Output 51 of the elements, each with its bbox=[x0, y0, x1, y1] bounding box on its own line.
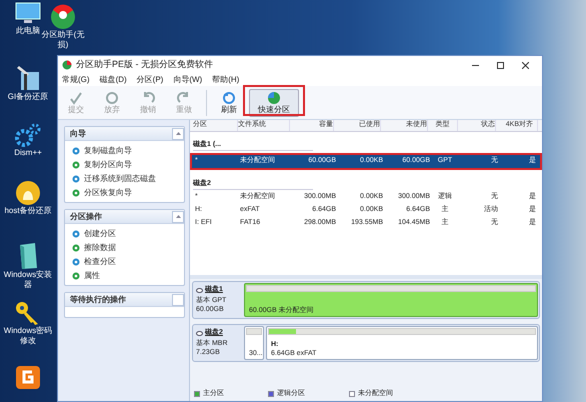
task-item[interactable]: 创建分区 bbox=[72, 227, 184, 240]
task-item[interactable]: 擦除数据 bbox=[72, 241, 184, 254]
ghost-icon[interactable] bbox=[15, 180, 41, 206]
hammer-icon[interactable] bbox=[15, 64, 41, 92]
panel-title: 向导 bbox=[70, 128, 86, 140]
icon-label[interactable]: 分区助手(无损) bbox=[40, 30, 86, 50]
app-icon bbox=[62, 60, 72, 70]
task-item[interactable]: 属性 bbox=[72, 269, 184, 282]
pie-icon bbox=[267, 90, 281, 104]
refresh-icon bbox=[222, 90, 236, 104]
panel-title: 分区操作 bbox=[70, 210, 102, 222]
usage-bar bbox=[246, 328, 262, 335]
menu-item[interactable]: 磁盘(D) bbox=[100, 74, 127, 86]
monitor-icon[interactable] bbox=[15, 2, 41, 26]
window-title: 分区助手PE版 - 无损分区免费软件 bbox=[76, 58, 214, 72]
minimize-icon bbox=[472, 64, 479, 66]
disk-icon bbox=[196, 288, 203, 293]
menu-item[interactable]: 分区(P) bbox=[136, 74, 164, 86]
toolbar-button[interactable]: 刷新 bbox=[211, 88, 247, 116]
task-item[interactable]: 检查分区 bbox=[72, 255, 184, 268]
task-item[interactable]: 分区恢复向导 bbox=[72, 186, 184, 199]
close-icon bbox=[522, 62, 529, 68]
highlight-frame bbox=[243, 85, 305, 116]
task-item[interactable]: 迁移系统到固态磁盘 bbox=[72, 172, 184, 185]
redo-icon bbox=[177, 90, 191, 104]
icon-label[interactable]: Windows安装器 bbox=[0, 270, 56, 290]
task-item[interactable]: 复制分区向导 bbox=[72, 158, 184, 171]
chevron-up-icon bbox=[176, 215, 180, 218]
box-icon[interactable] bbox=[17, 242, 39, 270]
chevron-up-icon bbox=[176, 132, 180, 135]
icon-label[interactable]: 此电脑 bbox=[16, 26, 40, 36]
circle-icon bbox=[105, 90, 119, 104]
toolbar-button[interactable]: 快速分区 bbox=[249, 88, 299, 116]
icon-label[interactable]: Windows密码修改 bbox=[0, 326, 56, 346]
menu-item[interactable]: 常规(G) bbox=[62, 74, 90, 86]
icon-label[interactable]: GI备份还原 bbox=[8, 92, 48, 102]
check-icon bbox=[69, 90, 83, 104]
menu-item[interactable]: 向导(W) bbox=[173, 74, 202, 86]
collapse-button[interactable] bbox=[172, 128, 184, 140]
disk-icon bbox=[196, 330, 203, 336]
app-icon[interactable] bbox=[15, 365, 41, 389]
pie-disk-icon[interactable] bbox=[50, 4, 76, 30]
maximize-icon bbox=[497, 62, 504, 68]
panel-title: 等待执行的操作 bbox=[70, 294, 126, 306]
task-item[interactable]: 复制磁盘向导 bbox=[72, 144, 184, 157]
undo-icon bbox=[141, 90, 155, 104]
gears-icon[interactable] bbox=[14, 122, 42, 148]
icon-label[interactable]: host备份还原 bbox=[4, 206, 52, 216]
icon-label[interactable]: Dism++ bbox=[14, 148, 42, 158]
collapse-button[interactable] bbox=[172, 210, 184, 222]
menu-item[interactable]: 帮助(H) bbox=[212, 74, 240, 86]
